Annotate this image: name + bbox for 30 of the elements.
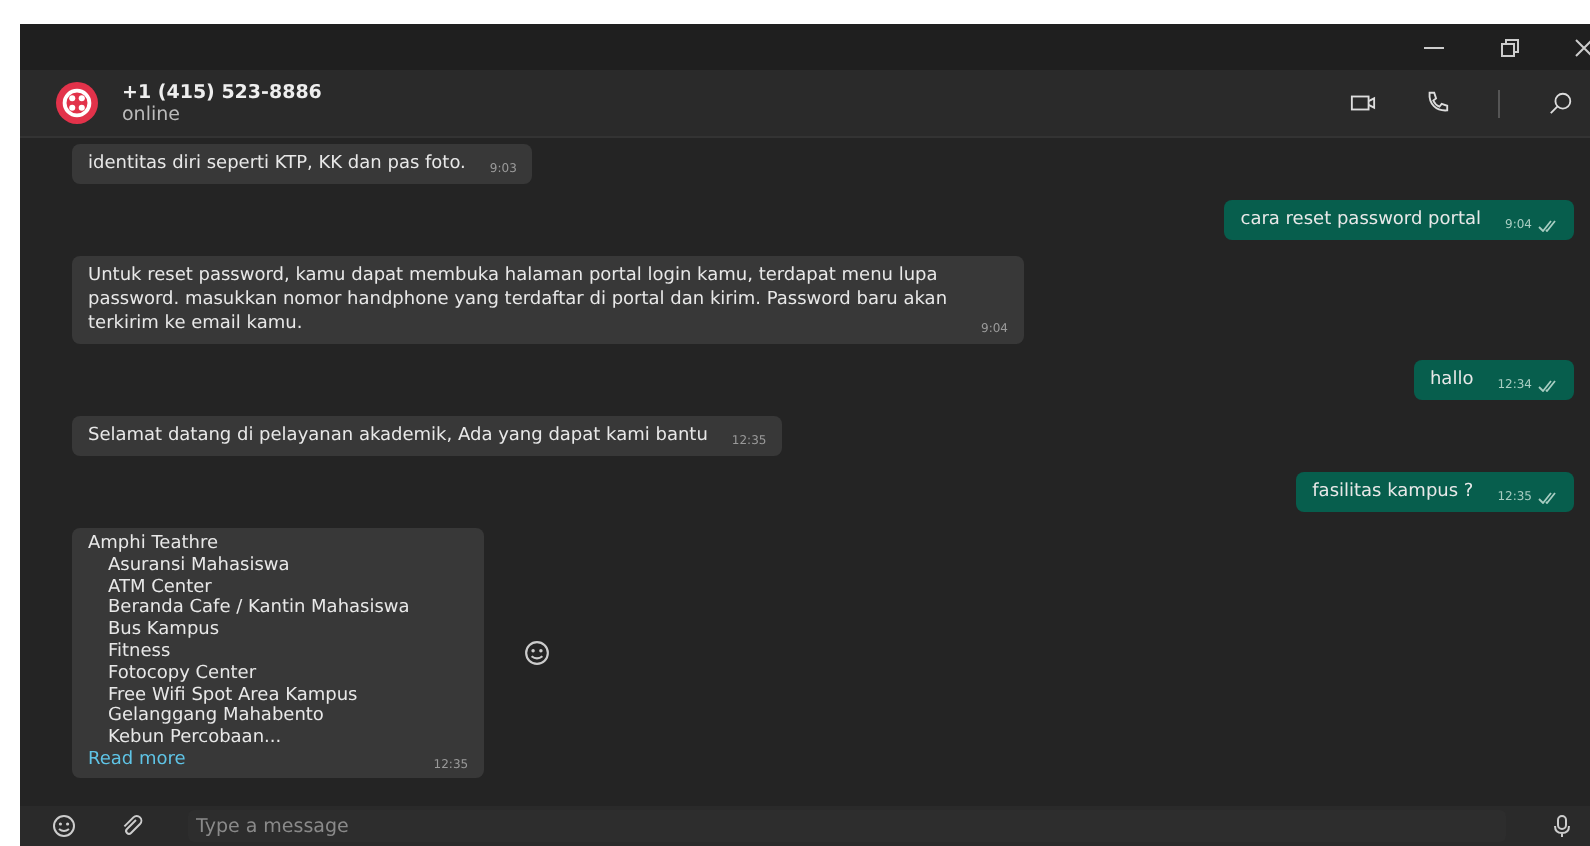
- list-item: Bus Kampus: [106, 620, 222, 642]
- video-call-icon[interactable]: [1350, 90, 1376, 116]
- microphone-icon[interactable]: [1550, 814, 1574, 838]
- close-icon[interactable]: [1574, 35, 1590, 59]
- list-title: Amphi Teathre: [88, 534, 220, 556]
- read-more-link[interactable]: Read more: [88, 749, 410, 772]
- message-text: identitas diri seperti KTP, KK dan pas foto.: [88, 152, 466, 176]
- message-composer[interactable]: Type a message: [20, 806, 1590, 846]
- avatar-icon: [56, 82, 98, 124]
- contact-name: +1 (415) 523-8886: [122, 81, 324, 103]
- list-item: Fitness: [106, 641, 173, 664]
- list-item: Free Wifi Spot Area Kampus: [106, 685, 360, 706]
- message-text: Untuk reset password, kamu dapat membuka halaman portal login kamu, terdapat menu lupa password. masukkan nomor handphone yang terdaftar di portal dan kirim. Password baru akan terkirim ke email kamu.: [88, 264, 950, 336]
- message-text: cara reset password portal: [1240, 208, 1482, 232]
- list-item: Asuransi Mahasiswa: [106, 555, 292, 578]
- list-item: Beranda Cafe / Kantin Mahasiswa: [106, 598, 410, 621]
- search-icon[interactable]: [1548, 90, 1574, 116]
- message-text: hallo: [1429, 368, 1474, 392]
- contact-status: online: [122, 103, 182, 125]
- emoji-icon[interactable]: [524, 639, 551, 666]
- emoji-icon[interactable]: [52, 814, 76, 838]
- list-item: Gelanggang Mahabento: [106, 706, 326, 728]
- list-item: Kebun Percobaan...: [106, 728, 284, 750]
- paperclip-icon[interactable]: [120, 814, 144, 838]
- restore-icon[interactable]: [1498, 35, 1522, 59]
- phone-icon[interactable]: [1424, 90, 1450, 116]
- message-text: Selamat datang di pelayanan akademik, Ada yang dapat kami bantu: [88, 424, 708, 448]
- message-text: fasilitas kampus ?: [1312, 480, 1474, 504]
- list-item: Fotocopy Center: [106, 663, 259, 686]
- list-item: ATM Center: [106, 577, 214, 598]
